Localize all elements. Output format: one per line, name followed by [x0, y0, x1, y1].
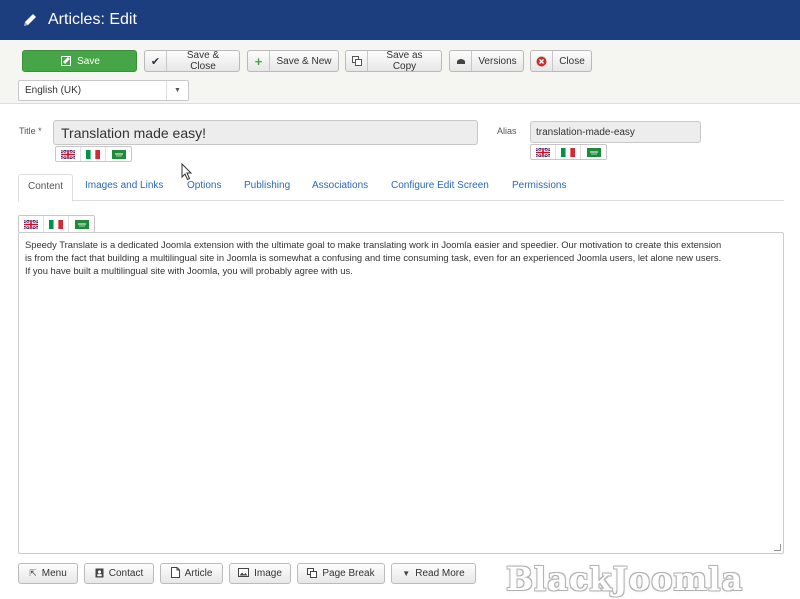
alias-language-flags: [530, 144, 607, 160]
alias-label: Alias: [497, 126, 517, 136]
plus-icon: +: [248, 51, 270, 71]
italy-flag-icon[interactable]: [44, 216, 69, 232]
language-select[interactable]: English (UK) ▼: [18, 80, 189, 101]
tab-associations[interactable]: Associations: [312, 180, 368, 191]
caret-down-icon: ▼: [166, 81, 188, 100]
read-more-button[interactable]: ▼ Read More: [391, 563, 476, 584]
editor-language-flags: [18, 215, 95, 233]
copy-icon: [346, 51, 368, 71]
page-title: Articles: Edit: [48, 11, 137, 28]
save-copy-button[interactable]: Save as Copy: [345, 50, 442, 72]
title-language-flags: [55, 146, 132, 162]
contact-icon: [95, 568, 104, 580]
contact-button[interactable]: Contact: [84, 563, 154, 584]
editor-line: If you have built a multilingual site wi…: [25, 265, 353, 276]
article-text-editor[interactable]: Speedy Translate is a dedicated Joomla e…: [18, 232, 784, 554]
uk-flag-icon[interactable]: [56, 147, 81, 161]
italy-flag-icon[interactable]: [81, 147, 106, 161]
alias-input[interactable]: translation-made-easy: [530, 121, 701, 143]
tab-permissions[interactable]: Permissions: [512, 180, 566, 191]
menu-button[interactable]: ⇱ Menu: [18, 563, 78, 584]
title-label: Title *: [19, 126, 42, 136]
tab-configure-edit-screen[interactable]: Configure Edit Screen: [391, 180, 489, 191]
image-icon: [238, 568, 250, 579]
menu-link-icon: ⇱: [29, 568, 37, 578]
archive-icon: [450, 51, 472, 71]
tab-options[interactable]: Options: [187, 180, 221, 191]
arabic-flag-icon[interactable]: [106, 147, 131, 161]
save-button[interactable]: Save: [22, 50, 137, 72]
editor-line: is from the fact that building a multili…: [25, 252, 722, 263]
editor-line: Speedy Translate is a dedicated Joomla e…: [25, 239, 722, 250]
tab-bar: Content Images and Links Options Publish…: [18, 174, 784, 202]
uk-flag-icon[interactable]: [19, 216, 44, 232]
close-icon: [531, 51, 553, 71]
italy-flag-icon[interactable]: [556, 145, 581, 159]
versions-button[interactable]: Versions: [449, 50, 524, 72]
arabic-flag-icon[interactable]: [69, 216, 94, 232]
file-add-icon: [170, 567, 180, 580]
copy-icon: [307, 567, 318, 580]
uk-flag-icon[interactable]: [531, 145, 556, 159]
save-close-button[interactable]: ✔ Save & Close: [144, 50, 240, 72]
chevron-down-icon: ▼: [402, 569, 411, 578]
resize-handle-icon[interactable]: [774, 544, 781, 551]
pencil-icon: [24, 14, 36, 26]
check-icon: ✔: [145, 51, 167, 71]
watermark-logo: BlackJoomla: [506, 560, 744, 598]
title-input[interactable]: Translation made easy!: [53, 120, 478, 145]
image-button[interactable]: Image: [229, 563, 291, 584]
tab-images-and-links[interactable]: Images and Links: [85, 180, 163, 191]
article-button[interactable]: Article: [160, 563, 223, 584]
tab-content[interactable]: Content: [18, 174, 74, 202]
page-header: Articles: Edit: [0, 0, 800, 40]
arabic-flag-icon[interactable]: [581, 145, 606, 159]
save-new-button[interactable]: + Save & New: [247, 50, 339, 72]
tab-publishing[interactable]: Publishing: [244, 180, 290, 191]
close-button[interactable]: Close: [530, 50, 592, 72]
page-break-button[interactable]: Page Break: [297, 563, 385, 584]
save-icon: [59, 51, 73, 71]
